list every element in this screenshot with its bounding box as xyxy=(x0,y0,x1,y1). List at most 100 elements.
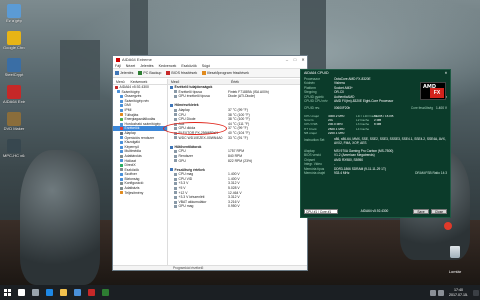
tree-item-icon xyxy=(120,117,123,121)
app-icon xyxy=(116,57,120,62)
panes: Menü Kedvencek AIDA64 v5.92.4300 Számítógé… xyxy=(113,79,307,265)
menu-item[interactable]: Eszközök xyxy=(181,63,196,68)
cpuid-label: Core feszültség xyxy=(410,106,433,111)
menu-item[interactable]: Kedvencek xyxy=(159,63,177,68)
toolbar-icon xyxy=(115,71,119,75)
field-icon xyxy=(174,113,177,117)
tree-item-icon xyxy=(120,177,123,181)
system-tray: 17:40 2017.07.15. xyxy=(429,285,480,300)
cpuid-title: AIDA64 CPUID xyxy=(304,71,329,75)
menu-item[interactable]: Fájl xyxy=(115,63,121,68)
cpuid-footer: CPU #1 / Core #1 AIDA64 v5.92.4300 Save … xyxy=(304,208,447,214)
toolbar-icon xyxy=(138,71,143,75)
taskbar-extra-button[interactable] xyxy=(98,285,112,300)
network-icon[interactable] xyxy=(430,289,436,296)
desktop-icon[interactable]: DVD Maker xyxy=(3,112,25,132)
taskbar: 17:40 2017.07.15. xyxy=(0,285,480,300)
field-icon xyxy=(174,159,177,163)
desktop-icon[interactable]: MPC-HC x64 xyxy=(3,139,25,159)
tree-item-icon xyxy=(120,140,123,144)
taskbar-search-button[interactable] xyxy=(14,285,28,300)
amd-fx-logo: AMD FX xyxy=(420,82,446,100)
maximize-button[interactable]: □ xyxy=(291,57,299,62)
field-icon xyxy=(174,196,177,200)
highlight-circle xyxy=(163,122,227,135)
notifications-icon[interactable] xyxy=(473,289,479,296)
desktop-icon-label: Ez a gép xyxy=(6,19,22,23)
core-select-dropdown[interactable]: CPU #1 / Core #1 xyxy=(304,208,338,214)
toolbar-label: Illesztőprogram frissítések xyxy=(207,71,249,75)
toolbar-button[interactable]: Jelentés xyxy=(115,71,133,75)
recycle-bin-icon xyxy=(450,246,460,258)
cpuid-close-icon[interactable]: ✕ xyxy=(442,71,450,75)
tree-item-icon xyxy=(120,182,123,186)
desktop-icon[interactable]: Google Chrome xyxy=(3,31,25,51)
menu-item[interactable]: Nézet xyxy=(126,63,135,68)
taskbar-aida64-button[interactable] xyxy=(84,285,98,300)
extra-icon xyxy=(101,289,109,296)
column-field[interactable]: Mező xyxy=(168,79,228,84)
cpuid-label: CPUID CPU név xyxy=(304,99,328,104)
start-button[interactable] xyxy=(0,285,14,300)
tree-item-icon xyxy=(120,108,123,112)
column-value[interactable]: Érték xyxy=(228,79,239,84)
tree-item-icon xyxy=(120,104,123,108)
field-icon xyxy=(174,108,177,112)
tree-item-icon xyxy=(120,131,123,135)
desktop-icon[interactable]: SteelCrypt xyxy=(3,58,25,78)
navigation-tree: Menü Kedvencek AIDA64 v5.92.4300 Számítógé… xyxy=(113,79,168,265)
volume-icon[interactable] xyxy=(438,289,444,296)
save-button[interactable]: Save xyxy=(413,208,429,214)
close-button-cpuid[interactable]: Close xyxy=(431,208,447,214)
toolbar-icon xyxy=(166,71,171,75)
tree-tab[interactable]: Menü xyxy=(113,79,127,84)
toolbar-label: Jelentés xyxy=(120,71,134,75)
menu-item[interactable]: Jelentés xyxy=(140,63,153,68)
desktop-app-icon xyxy=(7,4,21,18)
tree-item-icon xyxy=(120,94,123,98)
cpuid-value: x86, x86-64, MMX, SSE, SSE2, SSE3, SSSE3… xyxy=(334,137,446,146)
taskbar-task-view-button[interactable] xyxy=(28,285,42,300)
value-cell: 0.950 V xyxy=(228,204,240,209)
cpuid-label: NB órajel xyxy=(304,131,317,136)
taskbar-store-button[interactable] xyxy=(70,285,84,300)
taskbar-explorer-button[interactable] xyxy=(56,285,70,300)
desktop-app-icon xyxy=(7,85,21,99)
menu-item[interactable]: Súgó xyxy=(202,63,210,68)
field-label: GPU mag xyxy=(178,204,194,209)
desktop-icon[interactable]: Ez a gép xyxy=(3,4,25,24)
clock-date: 2017.07.15. xyxy=(449,292,468,297)
desktop-app-icon xyxy=(7,58,21,72)
table-row[interactable]: GPU mag 0.950 V xyxy=(168,204,307,209)
clock[interactable]: 17:40 2017.07.15. xyxy=(445,288,472,297)
field-icon xyxy=(170,168,173,172)
wallpaper-tower xyxy=(130,0,148,60)
desktop-icon[interactable]: AIDA64 Extreme xyxy=(3,85,25,105)
field-icon xyxy=(174,173,177,177)
tree-tab[interactable]: Kedvencek xyxy=(127,79,150,84)
field-icon xyxy=(174,205,177,209)
field-icon xyxy=(170,104,173,108)
toolbar-button[interactable]: PC Backup xyxy=(138,71,161,75)
cpuid-value: 2200.1 MHz xyxy=(328,131,345,136)
field-icon xyxy=(174,182,177,186)
taskbar-edge-button[interactable] xyxy=(42,285,56,300)
tree-item[interactable]: Teljesítmény xyxy=(113,191,167,196)
wallpaper-robot-light xyxy=(444,222,452,230)
cpuid-value: 1.400 V xyxy=(436,106,447,111)
field-icon xyxy=(174,154,177,158)
close-button[interactable]: ✕ xyxy=(299,57,307,62)
recycle-bin[interactable]: Lomtár xyxy=(444,246,466,277)
toolbar-button[interactable]: BIOS frissítések xyxy=(166,71,197,75)
cpuid-value: 933.4 MHz xyxy=(334,170,350,175)
minimize-button[interactable]: – xyxy=(283,57,291,62)
field-icon xyxy=(170,85,173,89)
toolbar-button[interactable]: Illesztőprogram frissítések xyxy=(202,71,249,75)
tree-item-icon xyxy=(120,154,123,158)
desktop-icon-label: DVD Maker xyxy=(3,127,25,131)
store-icon xyxy=(73,289,81,296)
field-icon xyxy=(174,94,177,98)
field-icon xyxy=(174,186,177,190)
desktop-app-icon xyxy=(7,139,21,153)
field-icon xyxy=(174,177,177,181)
